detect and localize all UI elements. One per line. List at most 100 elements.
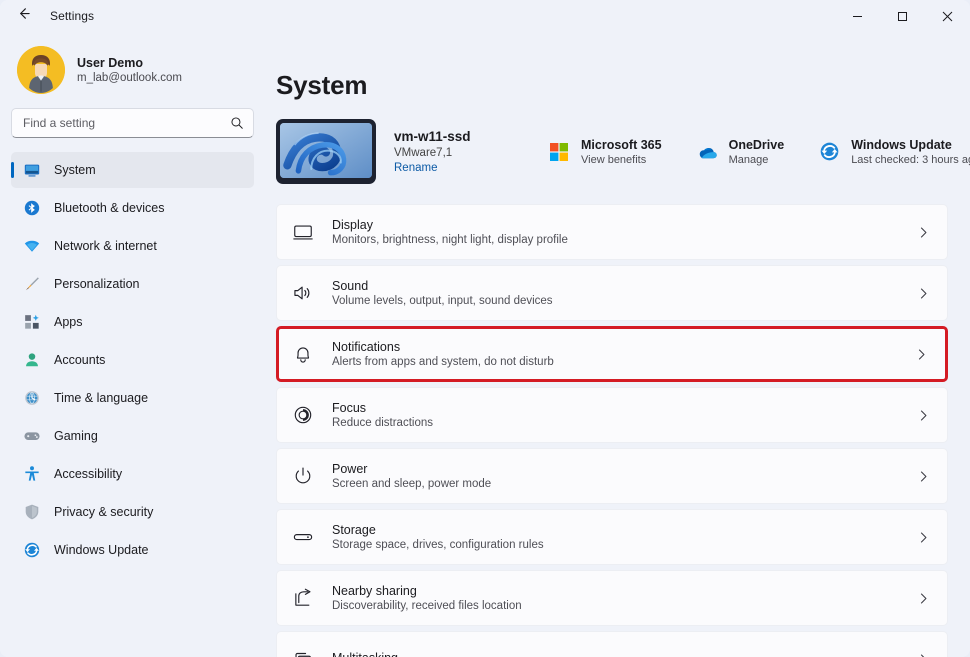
sidebar-item-network-internet[interactable]: Network & internet [11, 228, 254, 264]
chevron-right-icon [915, 348, 928, 361]
storage-drive-icon [291, 525, 315, 549]
settings-row-display[interactable]: Display Monitors, brightness, night ligh… [276, 204, 948, 260]
settings-row-title: Multitasking [332, 651, 900, 657]
sidebar-item-accounts[interactable]: Accounts [11, 342, 254, 378]
sidebar-item-label: Accounts [54, 353, 105, 367]
quick-link-microsoft-365[interactable]: Microsoft 365 View benefits [540, 132, 670, 172]
microsoft-logo-icon [548, 141, 570, 163]
device-name: vm-w11-ssd [394, 129, 512, 144]
settings-row-notifications[interactable]: Notifications Alerts from apps and syste… [276, 326, 948, 382]
wifi-icon [23, 237, 41, 255]
settings-row-title: Focus [332, 401, 900, 415]
sidebar-item-apps[interactable]: Apps [11, 304, 254, 340]
settings-row-focus[interactable]: Focus Reduce distractions [276, 387, 948, 443]
chevron-right-icon [917, 470, 930, 483]
sidebar-item-label: Network & internet [54, 239, 157, 253]
device-thumbnail [276, 119, 376, 184]
main-content: System [265, 32, 970, 657]
quick-link-title: Microsoft 365 [581, 138, 662, 152]
quick-link-title: Windows Update [851, 138, 970, 152]
bell-icon [291, 342, 315, 366]
settings-list: Display Monitors, brightness, night ligh… [276, 204, 948, 657]
settings-row-title: Sound [332, 279, 900, 293]
maximize-button[interactable] [880, 0, 925, 32]
search-input[interactable] [23, 116, 230, 130]
sidebar-item-gaming[interactable]: Gaming [11, 418, 254, 454]
sidebar-item-personalization[interactable]: Personalization [11, 266, 254, 302]
settings-window: Settings [0, 0, 970, 657]
settings-row-title: Notifications [332, 340, 898, 354]
sidebar-item-windows-update[interactable]: Windows Update [11, 532, 254, 568]
shield-icon [23, 503, 41, 521]
share-icon [291, 586, 315, 610]
quick-link-subtitle: Last checked: 3 hours ago [851, 154, 970, 166]
quick-links: Microsoft 365 View benefits [540, 132, 970, 172]
sidebar-nav: System Bluetooth & devices [11, 152, 254, 568]
sidebar: User Demo m_lab@outlook.com [0, 32, 265, 657]
settings-row-sound[interactable]: Sound Volume levels, output, input, soun… [276, 265, 948, 321]
multitasking-icon [291, 647, 315, 657]
settings-row-title: Power [332, 462, 900, 476]
sidebar-item-time-language[interactable]: Time & language [11, 380, 254, 416]
bluetooth-icon [23, 199, 41, 217]
sidebar-item-accessibility[interactable]: Accessibility [11, 456, 254, 492]
settings-row-subtitle: Alerts from apps and system, do not dist… [332, 356, 898, 368]
sidebar-item-label: Apps [54, 315, 83, 329]
search-icon[interactable] [230, 116, 244, 130]
settings-row-title: Display [332, 218, 900, 232]
chevron-right-icon [917, 653, 930, 657]
account-email: m_lab@outlook.com [77, 72, 182, 84]
update-sync-icon [818, 141, 840, 163]
windows-bloom-wallpaper-icon [280, 123, 372, 178]
settings-row-multitasking[interactable]: Multitasking [276, 631, 948, 657]
apps-icon [23, 313, 41, 331]
settings-row-subtitle: Volume levels, output, input, sound devi… [332, 295, 900, 307]
settings-row-power[interactable]: Power Screen and sleep, power mode [276, 448, 948, 504]
sidebar-item-system[interactable]: System [11, 152, 254, 188]
person-icon [23, 351, 41, 369]
settings-scroll-area[interactable]: Display Monitors, brightness, night ligh… [276, 204, 948, 657]
sidebar-item-label: Accessibility [54, 467, 122, 481]
paintbrush-icon [23, 275, 41, 293]
sidebar-item-privacy-security[interactable]: Privacy & security [11, 494, 254, 530]
sidebar-item-label: Windows Update [54, 543, 149, 557]
settings-row-subtitle: Monitors, brightness, night light, displ… [332, 234, 900, 246]
sidebar-item-label: Privacy & security [54, 505, 153, 519]
monitor-icon [23, 161, 41, 179]
sidebar-item-label: Gaming [54, 429, 98, 443]
gamepad-icon [23, 427, 41, 445]
sidebar-item-label: Personalization [54, 277, 139, 291]
quick-link-title: OneDrive [729, 138, 785, 152]
quick-link-onedrive[interactable]: OneDrive Manage [688, 132, 793, 172]
settings-row-nearby-sharing[interactable]: Nearby sharing Discoverability, received… [276, 570, 948, 626]
chevron-right-icon [917, 226, 930, 239]
window-title: Settings [50, 9, 94, 23]
settings-row-storage[interactable]: Storage Storage space, drives, configura… [276, 509, 948, 565]
settings-row-subtitle: Storage space, drives, configuration rul… [332, 539, 900, 551]
onedrive-cloud-icon [696, 141, 718, 163]
device-model: VMware7,1 [394, 147, 512, 159]
avatar [17, 46, 65, 94]
power-icon [291, 464, 315, 488]
sidebar-item-label: Bluetooth & devices [54, 201, 165, 215]
arrow-left-icon [16, 6, 31, 26]
quick-link-windows-update[interactable]: Windows Update Last checked: 3 hours ago [810, 132, 970, 172]
rename-link[interactable]: Rename [394, 162, 512, 174]
search-box[interactable] [11, 108, 254, 138]
device-meta: vm-w11-ssd VMware7,1 Rename [394, 129, 512, 174]
account-block[interactable]: User Demo m_lab@outlook.com [11, 32, 254, 104]
quick-link-subtitle: Manage [729, 154, 785, 166]
device-hero: vm-w11-ssd VMware7,1 Rename [276, 119, 948, 204]
focus-icon [291, 403, 315, 427]
sidebar-item-bluetooth-devices[interactable]: Bluetooth & devices [11, 190, 254, 226]
account-name: User Demo [77, 56, 182, 70]
back-button[interactable] [6, 0, 40, 32]
settings-row-title: Storage [332, 523, 900, 537]
display-icon [291, 220, 315, 244]
sidebar-item-label: Time & language [54, 391, 148, 405]
speaker-icon [291, 281, 315, 305]
minimize-button[interactable] [835, 0, 880, 32]
chevron-right-icon [917, 287, 930, 300]
update-icon [23, 541, 41, 559]
close-button[interactable] [925, 0, 970, 32]
